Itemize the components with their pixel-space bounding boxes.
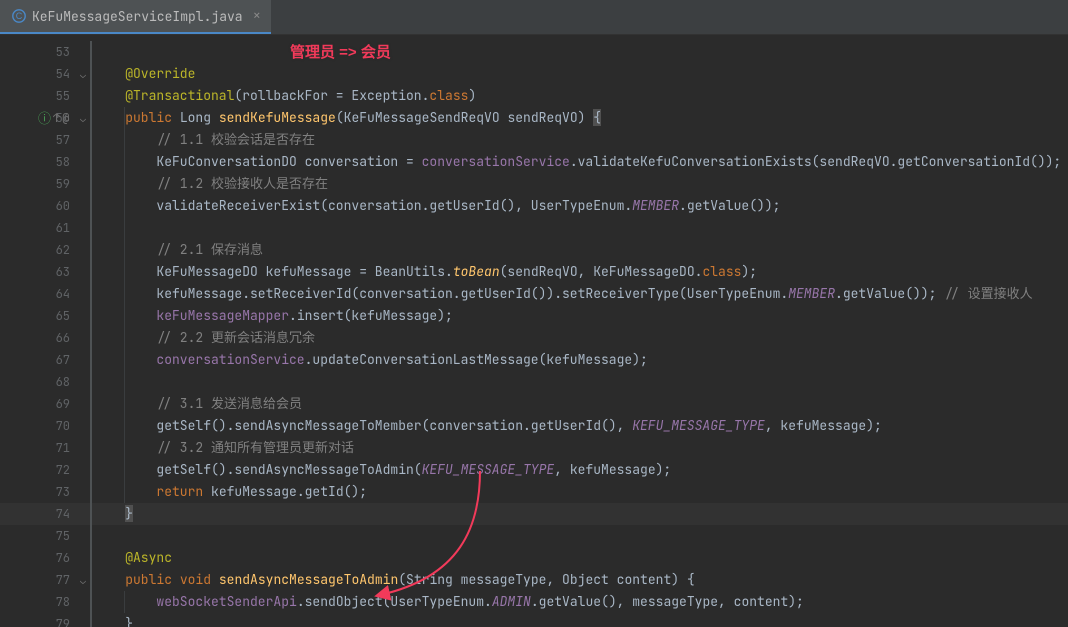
code-line[interactable]: // 1.2 校验接收人是否存在: [90, 173, 1068, 195]
line-number: 58: [0, 151, 90, 173]
line-number: 63: [0, 261, 90, 283]
line-number: 68: [0, 371, 90, 393]
code-line[interactable]: @Transactional(rollbackFor = Exception.c…: [90, 85, 1068, 107]
line-number: 66: [0, 327, 90, 349]
line-number: 61: [0, 217, 90, 239]
code-line[interactable]: return kefuMessage.getId();: [90, 481, 1068, 503]
code-line[interactable]: public void sendAsyncMessageToAdmin(Stri…: [90, 569, 1068, 591]
code-editor[interactable]: 5354⌄5556⌄ⓘ↑@575859606162636465666768697…: [0, 35, 1068, 627]
line-number: 57: [0, 129, 90, 151]
indent-guide: [124, 107, 125, 503]
line-number: 76: [0, 547, 90, 569]
line-number: 53: [0, 41, 90, 63]
code-line[interactable]: kefuMessage.setReceiverId(conversation.g…: [90, 283, 1068, 305]
line-number: 75: [0, 525, 90, 547]
line-number: 74: [0, 503, 90, 525]
code-line[interactable]: [90, 217, 1068, 239]
code-line[interactable]: conversationService.updateConversationLa…: [90, 349, 1068, 371]
line-number: 72: [0, 459, 90, 481]
code-line[interactable]: // 2.1 保存消息: [90, 239, 1068, 261]
line-number: 71: [0, 437, 90, 459]
java-class-icon: C: [12, 9, 26, 23]
line-number: 78: [0, 591, 90, 613]
line-number: 77⌄: [0, 569, 90, 591]
code-line[interactable]: webSocketSenderApi.sendObject(UserTypeEn…: [90, 591, 1068, 613]
fold-icon[interactable]: ⌄: [80, 112, 86, 125]
code-line[interactable]: // 3.1 发送消息给会员: [90, 393, 1068, 415]
code-line[interactable]: KeFuConversationDO conversation = conver…: [90, 151, 1068, 173]
code-line[interactable]: KeFuMessageDO kefuMessage = BeanUtils.to…: [90, 261, 1068, 283]
line-number: 65: [0, 305, 90, 327]
line-number: 55: [0, 85, 90, 107]
line-number: 54⌄: [0, 63, 90, 85]
code-line[interactable]: }: [90, 503, 1068, 525]
code-line[interactable]: [90, 525, 1068, 547]
line-number: 70: [0, 415, 90, 437]
tab-filename: KeFuMessageServiceImpl.java: [32, 8, 243, 25]
gutter: 5354⌄5556⌄ⓘ↑@575859606162636465666768697…: [0, 35, 90, 627]
code-line[interactable]: keFuMessageMapper.insert(kefuMessage);: [90, 305, 1068, 327]
line-number: 73: [0, 481, 90, 503]
fold-guide: [90, 41, 92, 627]
code-line[interactable]: }: [90, 613, 1068, 627]
code-line[interactable]: validateReceiverExist(conversation.getUs…: [90, 195, 1068, 217]
fold-icon[interactable]: ⌄: [80, 68, 86, 81]
close-icon[interactable]: ×: [253, 9, 261, 23]
line-number: 59: [0, 173, 90, 195]
line-number: 79: [0, 613, 90, 627]
code-line[interactable]: [90, 41, 1068, 63]
code-line[interactable]: getSelf().sendAsyncMessageToMember(conve…: [90, 415, 1068, 437]
line-number: 67: [0, 349, 90, 371]
line-number: 69: [0, 393, 90, 415]
line-number: 56⌄ⓘ↑@: [0, 107, 90, 129]
file-tab[interactable]: C KeFuMessageServiceImpl.java ×: [0, 0, 271, 34]
code-line[interactable]: public Long sendKefuMessage(KeFuMessageS…: [90, 107, 1068, 129]
line-number: 60: [0, 195, 90, 217]
code-line[interactable]: @Async: [90, 547, 1068, 569]
gutter-marks[interactable]: ⓘ↑@: [38, 110, 69, 126]
code-line[interactable]: [90, 371, 1068, 393]
code-line[interactable]: // 1.1 校验会话是否存在: [90, 129, 1068, 151]
line-number: 62: [0, 239, 90, 261]
indent-guide: [124, 591, 125, 613]
fold-icon[interactable]: ⌄: [80, 574, 86, 587]
code-line[interactable]: @Override: [90, 63, 1068, 85]
code-line[interactable]: getSelf().sendAsyncMessageToAdmin(KEFU_M…: [90, 459, 1068, 481]
svg-text:C: C: [16, 11, 23, 21]
code-line[interactable]: // 2.2 更新会话消息冗余: [90, 327, 1068, 349]
tab-bar: C KeFuMessageServiceImpl.java ×: [0, 0, 1068, 35]
line-number: 64: [0, 283, 90, 305]
code-area[interactable]: 管理员 => 会员 @Override @Transactional(rollb…: [90, 35, 1068, 627]
code-line[interactable]: // 3.2 通知所有管理员更新对话: [90, 437, 1068, 459]
